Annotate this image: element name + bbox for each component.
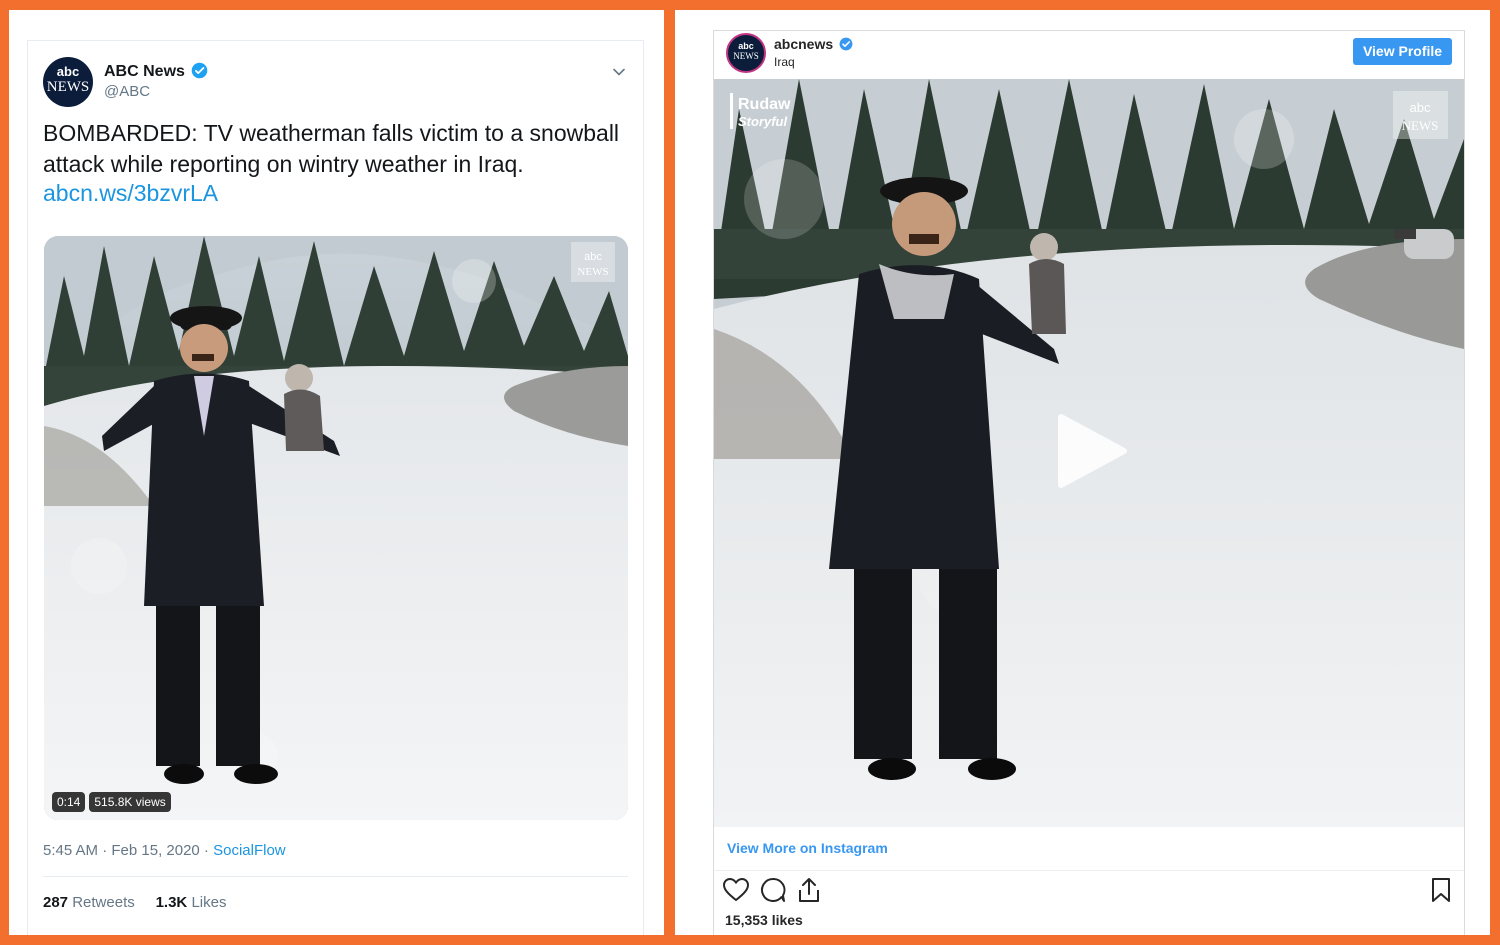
verified-badge-icon bbox=[192, 62, 208, 79]
instagram-username[interactable]: abcnews bbox=[774, 36, 853, 52]
bookmark-icon[interactable] bbox=[1427, 876, 1455, 904]
instagram-location[interactable]: Iraq bbox=[774, 55, 795, 69]
likes-label: Likes bbox=[191, 894, 227, 911]
tweet-stats: 287 Retweets 1.3K Likes bbox=[43, 894, 226, 911]
author-name[interactable]: ABC News bbox=[104, 62, 208, 81]
tweet-meta: 5:45 AM · Feb 15, 2020 · SocialFlow bbox=[43, 842, 286, 859]
instagram-embed-panel: abc NEWS abcnews Iraq View Profile Rudaw… bbox=[675, 10, 1490, 935]
abc-watermark-top: abc bbox=[584, 251, 602, 263]
verified-badge-icon bbox=[839, 37, 853, 51]
retweets-stat[interactable]: 287 Retweets bbox=[43, 894, 135, 911]
twitter-embed-panel: abc NEWS ABC News @ABC BOMBARDED: TV wea… bbox=[9, 10, 664, 935]
retweets-label: Retweets bbox=[72, 894, 135, 911]
video-thumbnail: Rudaw Storyful abc NEWS bbox=[714, 79, 1464, 827]
abc-watermark-top: abc bbox=[1410, 100, 1431, 115]
heart-icon[interactable] bbox=[722, 876, 750, 904]
divider bbox=[43, 876, 628, 877]
tweet-link[interactable]: abcn.ws/3bzvrLA bbox=[43, 180, 218, 207]
video-duration: 0:14 bbox=[52, 792, 86, 812]
abc-watermark-bottom: NEWS bbox=[577, 266, 608, 278]
share-icon[interactable] bbox=[795, 876, 823, 904]
video-views: 515.8K views bbox=[89, 792, 171, 812]
avatar-logo-subtext: NEWS bbox=[733, 51, 759, 61]
tweet-timestamp[interactable]: 5:45 AM · Feb 15, 2020 · bbox=[43, 842, 213, 859]
retweets-count: 287 bbox=[43, 894, 69, 911]
instagram-video[interactable]: Rudaw Storyful abc NEWS bbox=[714, 79, 1464, 827]
view-profile-button[interactable]: View Profile bbox=[1353, 38, 1452, 65]
abcnews-avatar[interactable]: abc NEWS bbox=[726, 33, 766, 73]
divider bbox=[714, 870, 1464, 871]
avatar-logo-subtext: NEWS bbox=[46, 79, 90, 95]
instagram-likes-count[interactable]: 15,353 likes bbox=[725, 912, 803, 928]
credit-storyful: Storyful bbox=[738, 114, 788, 129]
author-name-text: ABC News bbox=[104, 63, 185, 80]
author-handle[interactable]: @ABC bbox=[104, 83, 150, 100]
credit-rudaw: Rudaw bbox=[738, 96, 791, 113]
tweet-video[interactable]: abc NEWS bbox=[44, 236, 628, 820]
username-text: abcnews bbox=[774, 36, 834, 52]
comment-icon[interactable] bbox=[759, 876, 787, 904]
video-badges: 0:14 515.8K views bbox=[52, 792, 171, 812]
view-more-on-instagram-link[interactable]: View More on Instagram bbox=[727, 840, 888, 856]
tweet-source[interactable]: SocialFlow bbox=[213, 842, 286, 859]
tweet-text: BOMBARDED: TV weatherman falls victim to… bbox=[43, 120, 620, 177]
avatar-logo-text: abc bbox=[738, 41, 754, 51]
avatar-logo-text: abc bbox=[56, 64, 80, 79]
video-thumbnail: abc NEWS bbox=[44, 236, 628, 820]
likes-stat[interactable]: 1.3K Likes bbox=[156, 894, 227, 911]
abc-watermark-bottom: NEWS bbox=[1402, 118, 1439, 133]
abc-avatar[interactable]: abc NEWS bbox=[43, 57, 93, 107]
likes-count: 1.3K bbox=[155, 894, 188, 911]
chevron-down-icon[interactable] bbox=[612, 65, 626, 79]
